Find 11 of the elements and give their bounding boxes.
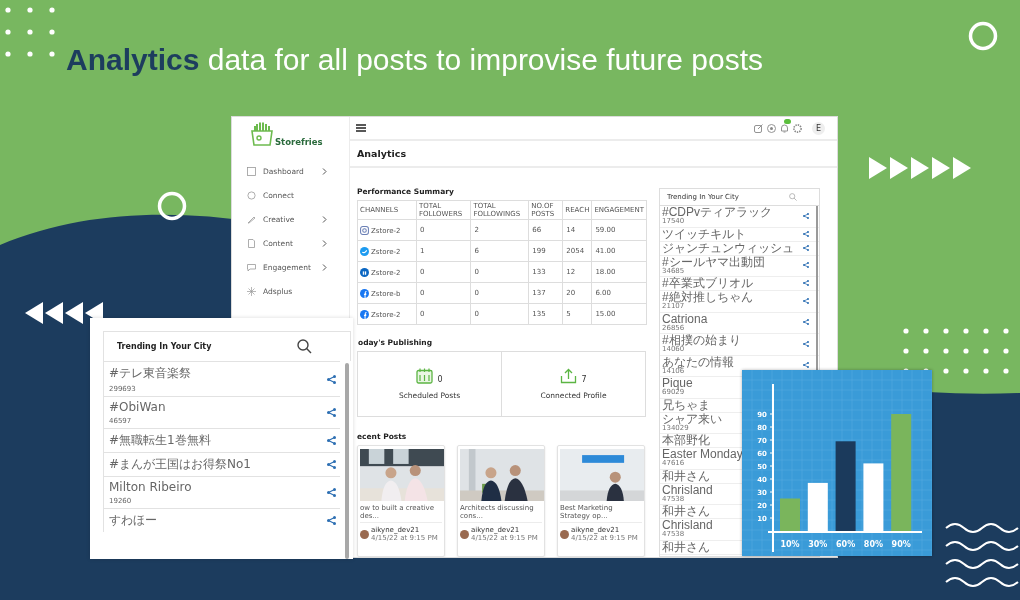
page-title: Analytics (357, 148, 407, 159)
card-title: Trending In Your City (117, 342, 212, 351)
stat-value: 0 (437, 375, 443, 384)
category-label: 80% (863, 540, 883, 549)
headline: Analytics data for all posts to improvise future posts (66, 42, 763, 78)
category-label: 90% (891, 540, 911, 549)
category-label: 60% (836, 540, 856, 549)
category-label: 10% (780, 540, 800, 549)
category-label: 30% (808, 540, 828, 549)
stat-value: 7 (581, 375, 587, 384)
brand-name: Storefries (275, 137, 323, 147)
